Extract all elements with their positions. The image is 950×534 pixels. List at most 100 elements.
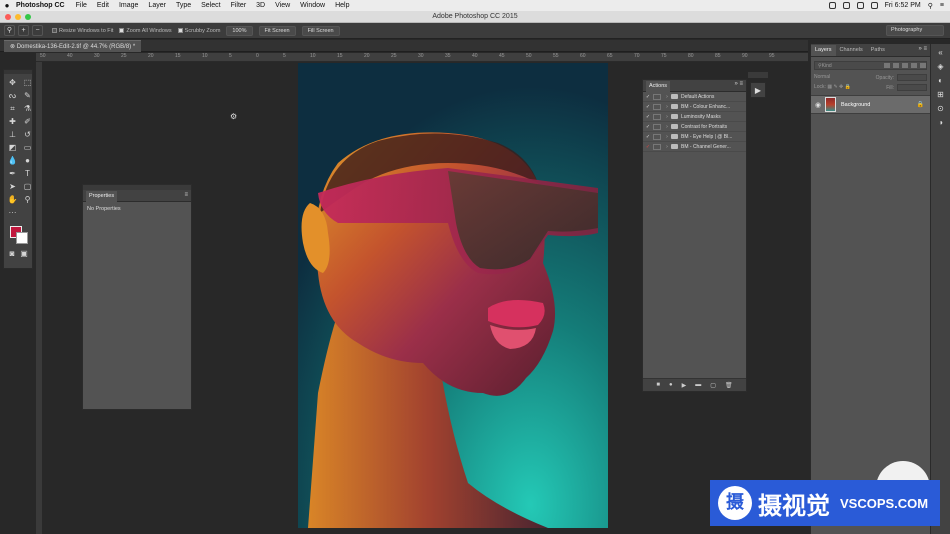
horizontal-ruler[interactable]: 50 40 30 25 20 15 10 5 0 5 10 15 20 25 30 35 40 45 50 55 60 6… — [36, 53, 808, 62]
dodge-tool-icon[interactable]: ● — [21, 155, 34, 166]
pixel-filter-icon[interactable] — [884, 63, 890, 68]
more-tools-icon[interactable]: ··· — [6, 207, 19, 218]
pen-tool-icon[interactable]: ✒ — [6, 168, 19, 179]
expand-chevron-icon[interactable]: › — [663, 134, 671, 140]
tab-paths[interactable]: Paths — [867, 45, 889, 56]
new-action-icon[interactable]: ▢ — [710, 382, 716, 389]
lock-icons[interactable]: ▦ ✎ ✥ 🔒 — [827, 84, 851, 90]
action-set-row[interactable]: ✓ › BM - Channel Gener... — [643, 142, 746, 152]
blur-tool-icon[interactable]: 💧 — [6, 155, 19, 166]
quick-mask-icon[interactable]: ◙ — [8, 248, 16, 259]
fill-screen-button[interactable]: Fill Screen — [301, 25, 340, 36]
expand-chevron-icon[interactable]: › — [663, 104, 671, 110]
type-tool-icon[interactable]: T — [21, 168, 34, 179]
healing-tool-icon[interactable]: ✚ — [6, 116, 19, 127]
stop-icon[interactable]: ■ — [656, 382, 660, 388]
eyedropper-tool-icon[interactable]: ⚗ — [21, 103, 34, 114]
color-icon[interactable]: ◑ — [936, 118, 946, 128]
quick-select-tool-icon[interactable]: ✎ — [21, 90, 34, 101]
canvas-image[interactable] — [298, 63, 608, 528]
menu-view[interactable]: View — [275, 2, 290, 9]
layer-name[interactable]: Background — [841, 102, 917, 108]
smart-filter-icon[interactable] — [920, 63, 926, 68]
trash-icon[interactable]: 🗑 — [725, 382, 733, 389]
dialog-toggle-icon[interactable] — [653, 123, 661, 130]
expand-chevron-icon[interactable]: › — [663, 144, 671, 150]
type-filter-icon[interactable] — [902, 63, 908, 68]
crop-tool-icon[interactable]: ⌗ — [6, 103, 19, 114]
workspace-select[interactable]: Photography — [886, 25, 944, 36]
panel-menu-icon[interactable]: » ≡ — [918, 46, 927, 52]
action-set-row[interactable]: ✓ › BM - Colour Enhanc... — [643, 102, 746, 112]
menu-help[interactable]: Help — [335, 2, 349, 9]
action-set-row[interactable]: ✓ › Luminosity Masks — [643, 112, 746, 122]
path-select-tool-icon[interactable]: ➤ — [6, 181, 19, 192]
menu-image[interactable]: Image — [119, 2, 138, 9]
action-set-row[interactable]: ✓ › BM - Eye Help | @ Bl... — [643, 132, 746, 142]
dialog-toggle-icon[interactable] — [653, 103, 661, 110]
action-set-row[interactable]: ✓ › Default Actions — [643, 92, 746, 102]
fill-field[interactable] — [897, 84, 927, 91]
play-panel-button[interactable]: ▶ — [750, 82, 766, 98]
dialog-toggle-icon[interactable] — [653, 143, 661, 150]
zoom-in-button[interactable]: + — [18, 25, 29, 36]
panel-menu-icon[interactable]: ≡ — [184, 192, 188, 198]
play-icon[interactable]: ▶ — [682, 382, 687, 389]
tab-layers[interactable]: Layers — [811, 45, 836, 56]
layers-icon[interactable]: ◈ — [936, 62, 946, 72]
layer-filter[interactable]: ⚲ Kind — [814, 61, 927, 70]
menu-edit[interactable]: Edit — [97, 2, 109, 9]
menu-type[interactable]: Type — [176, 2, 191, 9]
menu-layer[interactable]: Layer — [148, 2, 166, 9]
toggle-check-icon[interactable]: ✓ — [643, 104, 653, 110]
brush-tool-icon[interactable]: ✐ — [21, 116, 34, 127]
gradient-tool-icon[interactable]: ▭ — [21, 142, 34, 153]
menu-file[interactable]: File — [76, 2, 87, 9]
new-set-icon[interactable]: ▬ — [695, 382, 701, 388]
apple-icon[interactable]: ● — [0, 1, 14, 10]
status-icon[interactable] — [842, 2, 850, 9]
zoom-out-button[interactable]: − — [32, 25, 43, 36]
dialog-toggle-icon[interactable] — [653, 93, 661, 100]
clock[interactable]: Fri 6:52 PM — [885, 2, 921, 9]
dialog-toggle-icon[interactable] — [653, 133, 661, 140]
expand-chevron-icon[interactable]: › — [663, 124, 671, 130]
background-color-swatch[interactable] — [16, 232, 28, 244]
layer-row[interactable]: ◉ Background 🔒 — [811, 95, 930, 114]
adjustments-icon[interactable]: ◐ — [936, 76, 946, 86]
lock-icon[interactable]: 🔒 — [917, 101, 924, 108]
expand-chevron-icon[interactable]: › — [663, 94, 671, 100]
shape-filter-icon[interactable] — [911, 63, 917, 68]
tab-properties[interactable]: Properties — [86, 191, 118, 202]
move-tool-icon[interactable]: ✥ — [6, 77, 19, 88]
hand-tool-icon[interactable]: ✋ — [6, 194, 19, 205]
panel-menu-icon[interactable]: » ≡ — [734, 81, 743, 87]
opacity-field[interactable] — [897, 74, 927, 81]
dialog-toggle-icon[interactable] — [653, 113, 661, 120]
channels-icon[interactable]: ⊞ — [936, 90, 946, 100]
action-set-row[interactable]: ✓ › Contrast for Portraits — [643, 122, 746, 132]
battery-icon[interactable] — [870, 2, 878, 9]
tab-channels[interactable]: Channels — [836, 45, 867, 56]
blend-mode-select[interactable]: Normal — [814, 74, 830, 81]
screen-mode-icon[interactable]: ▣ — [20, 248, 28, 259]
expand-chevron-icon[interactable]: › — [663, 114, 671, 120]
toggle-check-icon[interactable]: ✓ — [643, 114, 653, 120]
eraser-tool-icon[interactable]: ◩ — [6, 142, 19, 153]
libraries-icon[interactable]: ⊙ — [936, 104, 946, 114]
close-icon[interactable] — [5, 14, 11, 20]
menu-filter[interactable]: Filter — [231, 2, 247, 9]
lasso-tool-icon[interactable]: ᔓ — [6, 90, 19, 101]
tab-actions[interactable]: Actions — [646, 81, 671, 92]
shape-tool-icon[interactable]: ▢ — [21, 181, 34, 192]
visibility-eye-icon[interactable]: ◉ — [811, 101, 825, 109]
search-icon[interactable]: ⚲ — [928, 2, 933, 10]
status-icon[interactable] — [828, 2, 836, 9]
menu-list-icon[interactable]: ≡ — [940, 2, 944, 9]
fit-screen-button[interactable]: Fit Screen — [258, 25, 296, 36]
zoom-all-checkbox[interactable]: Zoom All Windows — [119, 28, 172, 34]
zoom-tool-icon[interactable]: ⚲ — [4, 25, 15, 36]
panel-grip[interactable] — [748, 72, 768, 78]
toggle-check-icon[interactable]: ✓ — [643, 94, 653, 100]
menu-3d[interactable]: 3D — [256, 2, 265, 9]
